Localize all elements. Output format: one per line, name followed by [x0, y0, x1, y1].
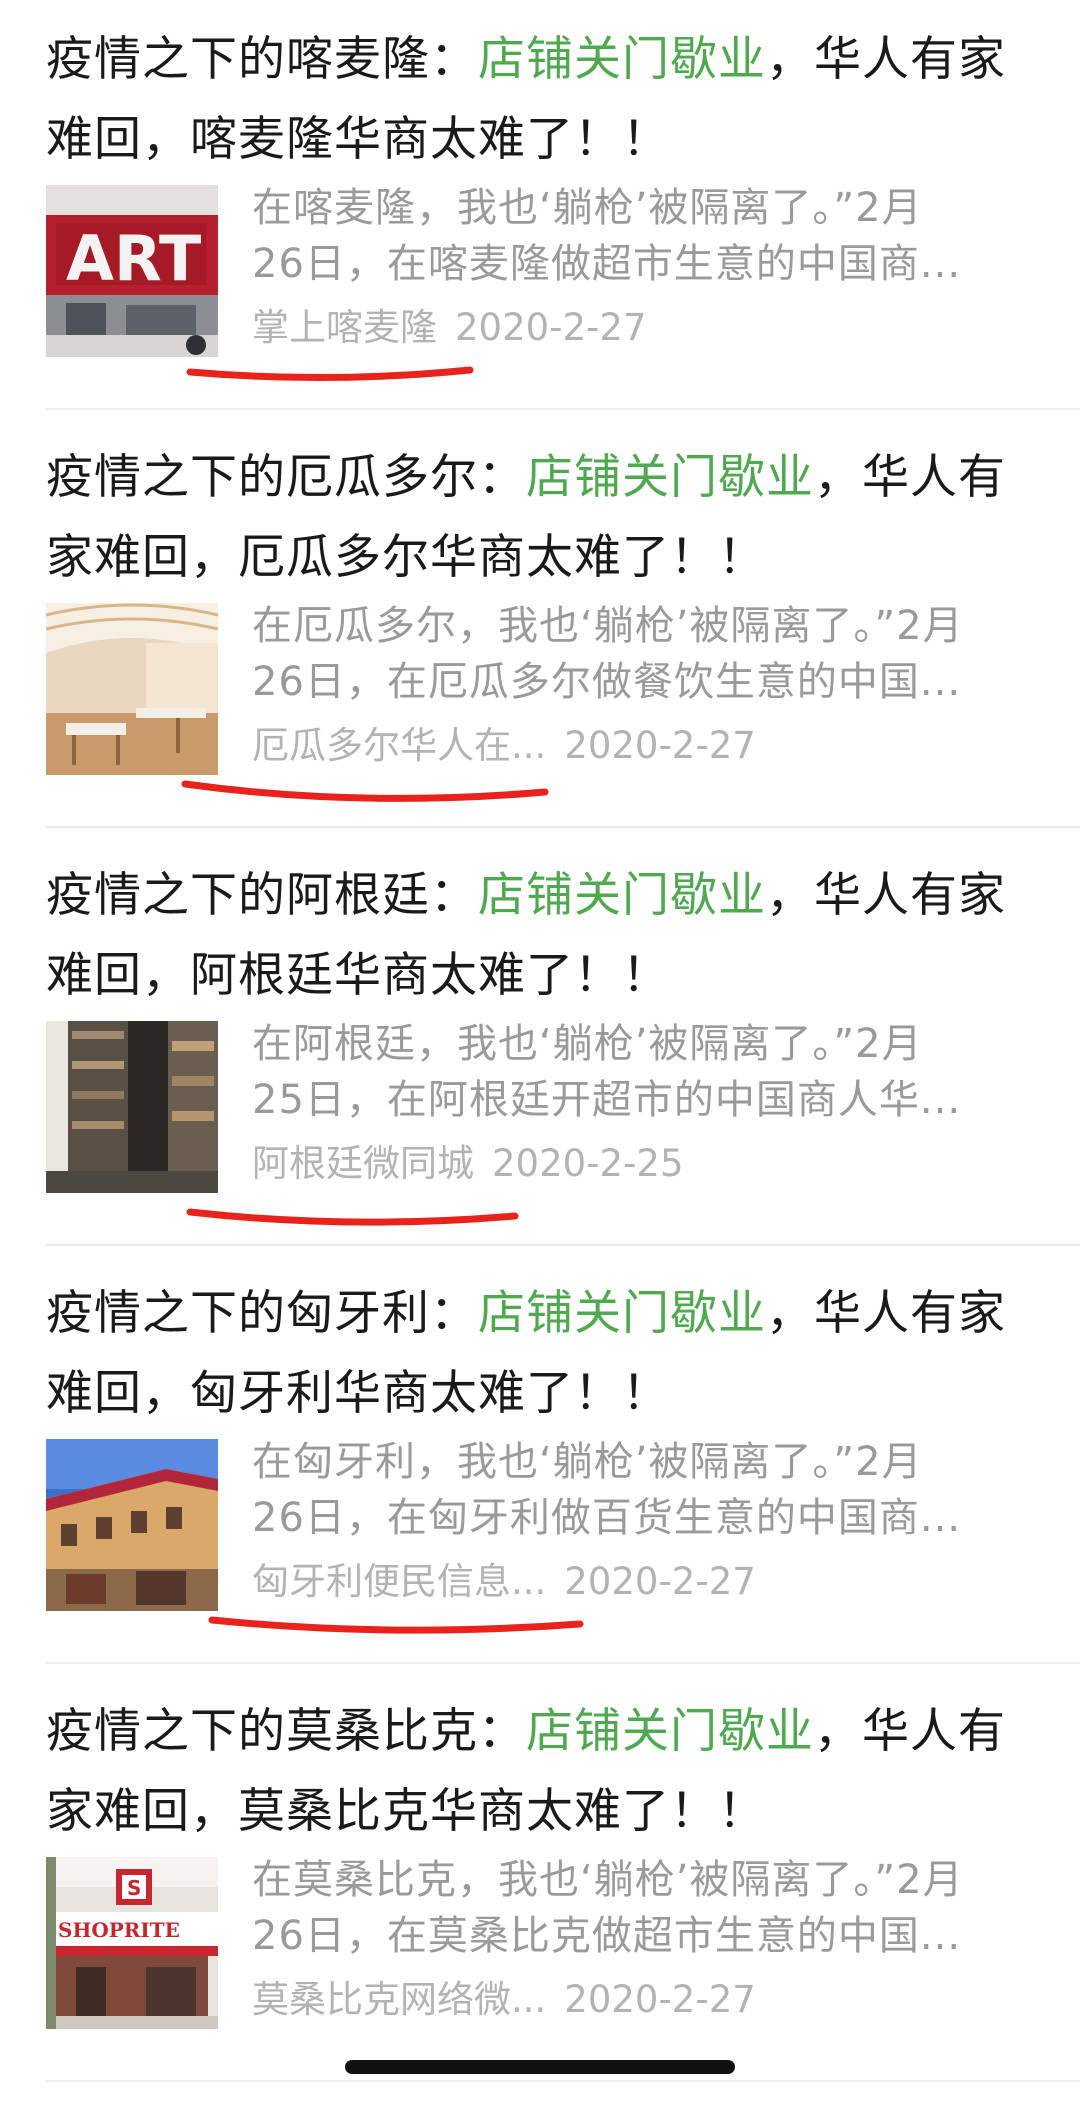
article-title[interactable]: 疫情之下的喀麦隆：店铺关门歇业，华人有家难回，喀麦隆华商太难了！！	[46, 20, 1046, 180]
restaurant-interior-photo-icon	[46, 603, 218, 775]
title-prefix: 疫情之下的阿根廷：	[46, 868, 478, 923]
title-prefix: 疫情之下的喀麦隆：	[46, 32, 478, 87]
summary-line-1: 在匈牙利，我也‘躺枪’被隔离了。”2月	[252, 1439, 923, 1485]
summary-line-1: 在厄瓜多尔，我也‘躺枪’被隔离了。”2月	[252, 603, 964, 649]
supermarket-aisle-photo-icon	[46, 1021, 218, 1193]
article-source[interactable]: 掌上喀麦隆	[252, 306, 437, 349]
article-meta: 莫桑比克网络微... 2020-2-27	[252, 1972, 756, 2028]
title-prefix: 疫情之下的匈牙利：	[46, 1286, 478, 1341]
title-prefix: 疫情之下的厄瓜多尔：	[46, 450, 526, 505]
article-card-hungary[interactable]: 疫情之下的匈牙利：店铺关门歇业，华人有家难回，匈牙利华商太难了！！ 在匈牙利，我…	[0, 1254, 1080, 1664]
summary-line-1: 在莫桑比克，我也‘躺枪’被隔离了。”2月	[252, 1857, 964, 1903]
article-card-argentina[interactable]: 疫情之下的阿根廷：店铺关门歇业，华人有家难回，阿根廷华商太难了！！ 在阿根廷，我…	[0, 836, 1080, 1246]
article-date: 2020-2-25	[492, 1142, 684, 1185]
article-date: 2020-2-27	[564, 1978, 756, 2021]
article-card-ecuador[interactable]: 疫情之下的厄瓜多尔：店铺关门歇业，华人有家难回，厄瓜多尔华商太难了！！ 在厄瓜多…	[0, 418, 1080, 828]
title-highlight: 店铺关门歇业	[478, 868, 766, 923]
article-thumbnail[interactable]	[46, 1439, 218, 1611]
shoprite-sign-text: SHOPRITE	[58, 1918, 180, 1942]
article-source[interactable]: 匈牙利便民信息...	[252, 1560, 546, 1603]
summary-line-1: 在喀麦隆，我也‘躺枪’被隔离了。”2月	[252, 185, 923, 231]
article-title[interactable]: 疫情之下的厄瓜多尔：店铺关门歇业，华人有家难回，厄瓜多尔华商太难了！！	[46, 438, 1046, 598]
summary-line-2: 26日，在莫桑比克做超市生意的中国...	[252, 1913, 962, 1959]
summary-line-1: 在阿根廷，我也‘躺枪’被隔离了。”2月	[252, 1021, 923, 1067]
article-thumbnail[interactable]: S SHOPRITE	[46, 1857, 218, 2029]
article-thumbnail[interactable]	[46, 1021, 218, 1193]
article-title[interactable]: 疫情之下的匈牙利：店铺关门歇业，华人有家难回，匈牙利华商太难了！！	[46, 1274, 1046, 1434]
svg-text:S: S	[127, 1876, 141, 1900]
article-card-cameroon[interactable]: 疫情之下的喀麦隆：店铺关门歇业，华人有家难回，喀麦隆华商太难了！！ ART 在喀…	[0, 0, 1080, 410]
article-meta: 掌上喀麦隆 2020-2-27	[252, 300, 647, 356]
divider	[46, 2080, 1080, 2082]
article-summary: 在匈牙利，我也‘躺枪’被隔离了。”2月 26日，在匈牙利做百货生意的中国商...	[252, 1434, 1042, 1546]
article-date: 2020-2-27	[564, 724, 756, 767]
home-indicator[interactable]	[345, 2060, 735, 2074]
summary-line-2: 25日，在阿根廷开超市的中国商人华...	[252, 1077, 962, 1123]
article-source[interactable]: 厄瓜多尔华人在...	[252, 724, 546, 767]
article-thumbnail[interactable]: ART	[46, 185, 218, 357]
article-title[interactable]: 疫情之下的阿根廷：店铺关门歇业，华人有家难回，阿根廷华商太难了！！	[46, 856, 1046, 1016]
article-card-mozambique[interactable]: 疫情之下的莫桑比克：店铺关门歇业，华人有家难回，莫桑比克华商太难了！！ S SH…	[0, 1672, 1080, 2082]
article-summary: 在阿根廷，我也‘躺枪’被隔离了。”2月 25日，在阿根廷开超市的中国商人华...	[252, 1016, 1042, 1128]
article-summary: 在厄瓜多尔，我也‘躺枪’被隔离了。”2月 26日，在厄瓜多尔做餐饮生意的中国..…	[252, 598, 1042, 710]
article-summary: 在喀麦隆，我也‘躺枪’被隔离了。”2月 26日，在喀麦隆做超市生意的中国商...	[252, 180, 1042, 292]
summary-line-2: 26日，在喀麦隆做超市生意的中国商...	[252, 241, 962, 287]
storefront-art-photo-icon: ART	[46, 185, 218, 357]
article-meta: 阿根廷微同城 2020-2-25	[252, 1136, 684, 1192]
article-title[interactable]: 疫情之下的莫桑比克：店铺关门歇业，华人有家难回，莫桑比克华商太难了！！	[46, 1692, 1046, 1852]
divider	[46, 826, 1080, 828]
article-meta: 厄瓜多尔华人在... 2020-2-27	[252, 718, 756, 774]
svg-text:ART: ART	[66, 222, 201, 295]
summary-line-2: 26日，在厄瓜多尔做餐饮生意的中国...	[252, 659, 962, 705]
title-highlight: 店铺关门歇业	[526, 1704, 814, 1759]
article-thumbnail[interactable]	[46, 603, 218, 775]
article-source[interactable]: 阿根廷微同城	[252, 1142, 474, 1185]
title-prefix: 疫情之下的莫桑比克：	[46, 1704, 526, 1759]
title-highlight: 店铺关门歇业	[526, 450, 814, 505]
divider	[46, 1244, 1080, 1246]
title-highlight: 店铺关门歇业	[478, 32, 766, 87]
street-building-photo-icon	[46, 1439, 218, 1611]
title-highlight: 店铺关门歇业	[478, 1286, 766, 1341]
article-source[interactable]: 莫桑比克网络微...	[252, 1978, 546, 2021]
article-meta: 匈牙利便民信息... 2020-2-27	[252, 1554, 756, 1610]
article-summary: 在莫桑比克，我也‘躺枪’被隔离了。”2月 26日，在莫桑比克做超市生意的中国..…	[252, 1852, 1042, 1964]
article-date: 2020-2-27	[455, 306, 647, 349]
divider	[46, 408, 1080, 410]
divider	[46, 1662, 1080, 1664]
shoprite-storefront-photo-icon: S SHOPRITE	[46, 1857, 218, 2029]
summary-line-2: 26日，在匈牙利做百货生意的中国商...	[252, 1495, 962, 1541]
article-date: 2020-2-27	[564, 1560, 756, 1603]
